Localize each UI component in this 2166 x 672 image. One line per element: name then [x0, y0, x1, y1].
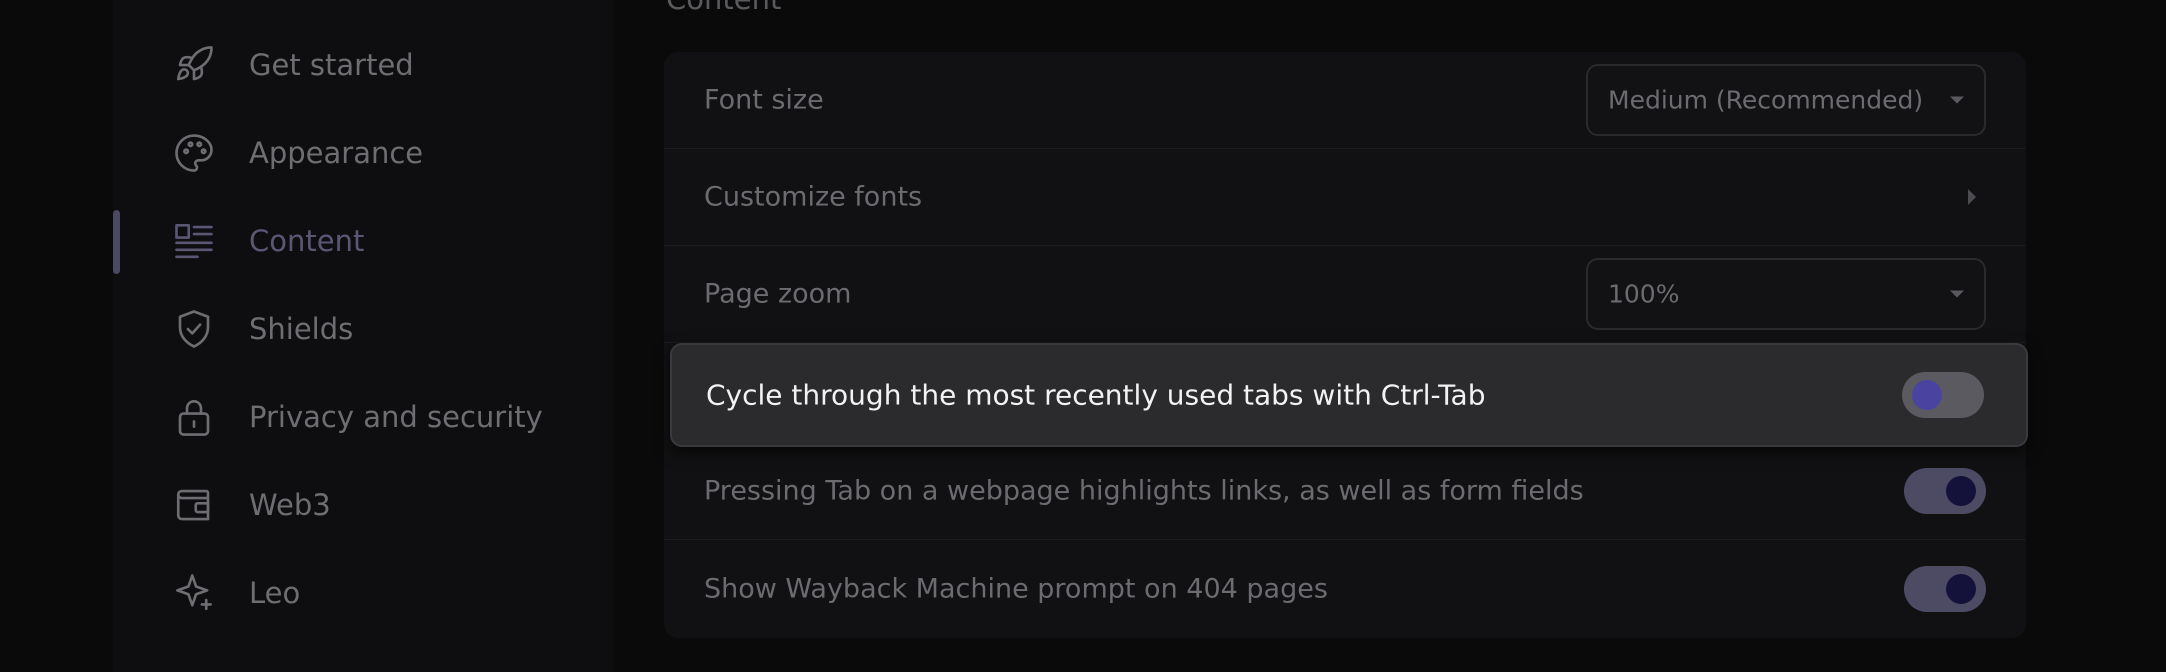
palette-icon — [173, 132, 215, 174]
cycle-tabs-row: Cycle through the most recently used tab… — [670, 343, 2028, 447]
page-zoom-row: Page zoom 100% — [664, 246, 2026, 343]
caret-down-icon — [1950, 96, 1964, 104]
select-value: Medium (Recommended) — [1608, 85, 1924, 115]
section-title: Content — [666, 0, 781, 16]
wayback-toggle[interactable] — [1904, 565, 1986, 612]
row-label: Show Wayback Machine prompt on 404 pages — [704, 573, 1328, 604]
font-size-select[interactable]: Medium (Recommended) — [1586, 64, 1986, 136]
customize-fonts-row[interactable]: Customize fonts — [664, 149, 2026, 246]
sidebar-item-label: Get started — [249, 48, 414, 82]
sidebar-item-content[interactable]: Content — [113, 201, 613, 281]
row-label: Page zoom — [704, 278, 852, 310]
cycle-tabs-toggle[interactable] — [1902, 372, 1984, 418]
row-label: Font size — [704, 84, 824, 116]
caret-down-icon — [1950, 290, 1964, 298]
sidebar-item-web3[interactable]: Web3 — [113, 465, 613, 545]
sidebar-item-appearance[interactable]: Appearance — [113, 113, 613, 193]
toggle-knob — [1946, 573, 1976, 604]
wayback-row: Show Wayback Machine prompt on 404 pages — [664, 540, 2026, 637]
row-label: Cycle through the most recently used tab… — [706, 378, 1486, 412]
sidebar-item-label: Privacy and security — [249, 400, 543, 434]
select-value: 100% — [1608, 279, 1680, 309]
sidebar-item-label: Leo — [249, 576, 301, 610]
lock-icon — [173, 396, 215, 438]
shield-check-icon — [173, 308, 215, 350]
rocket-icon — [173, 44, 215, 86]
sidebar-item-label: Appearance — [249, 136, 424, 170]
font-size-row: Font size Medium (Recommended) — [664, 52, 2026, 149]
row-label: Customize fonts — [704, 181, 923, 213]
toggle-knob — [1946, 476, 1976, 506]
sparkle-icon — [173, 572, 215, 614]
page-zoom-select[interactable]: 100% — [1586, 258, 1986, 330]
sidebar-item-label: Shields — [249, 312, 354, 346]
sidebar-item-label: Content — [249, 224, 365, 258]
sidebar-item-get-started[interactable]: Get started — [113, 25, 613, 105]
tab-highlight-row: Pressing Tab on a webpage highlights lin… — [664, 443, 2026, 540]
content-layout-icon — [173, 220, 215, 262]
tab-highlight-toggle[interactable] — [1904, 468, 1986, 514]
toggle-knob — [1912, 380, 1942, 410]
sidebar-item-label: Web3 — [249, 488, 331, 522]
row-label: Pressing Tab on a webpage highlights lin… — [704, 475, 1584, 507]
settings-sidebar: Get started Appearance Content Shields P… — [113, 0, 613, 672]
settings-page: Get started Appearance Content Shields P… — [0, 0, 2166, 672]
sidebar-item-leo[interactable]: Leo — [113, 553, 613, 633]
sidebar-item-shields[interactable]: Shields — [113, 289, 613, 369]
wallet-icon — [173, 484, 215, 526]
sidebar-item-privacy[interactable]: Privacy and security — [113, 377, 613, 457]
chevron-right-icon — [1968, 189, 1976, 205]
